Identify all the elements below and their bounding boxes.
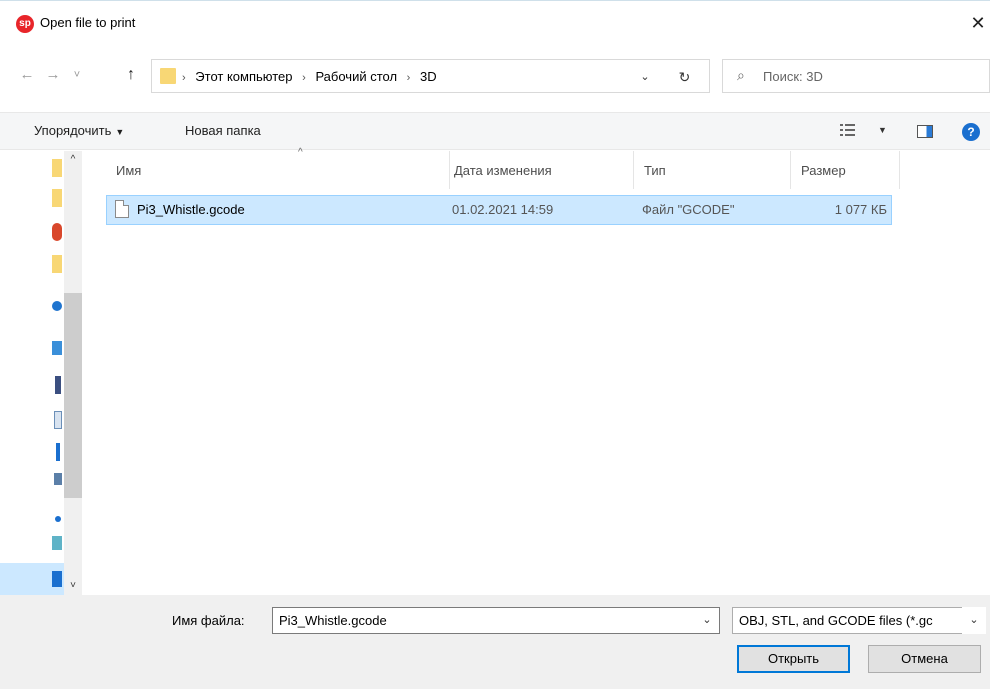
scroll-down-button[interactable]: ˅ <box>64 577 82 595</box>
column-name-label: Имя <box>116 163 142 178</box>
folder-icon[interactable] <box>52 189 62 207</box>
column-header-type[interactable]: Тип <box>634 151 791 189</box>
file-date: 01.02.2021 14:59 <box>452 202 554 217</box>
refresh-button[interactable]: ↻ <box>672 66 696 88</box>
back-button[interactable]: ← <box>16 62 38 88</box>
desktop-icon <box>52 571 62 587</box>
filename-history-dropdown[interactable]: ⌄ <box>694 607 720 634</box>
open-button[interactable]: Открыть <box>737 645 850 673</box>
3d-objects-icon[interactable] <box>52 536 62 550</box>
window-title: Open file to print <box>40 15 136 30</box>
folder-icon <box>160 68 176 84</box>
organize-label: Упорядочить <box>34 123 112 138</box>
breadcrumb-item-3d[interactable]: 3D <box>420 69 437 84</box>
breadcrumb: › Этот компьютер › Рабочий стол › 3D <box>182 69 443 84</box>
scrollbar-thumb[interactable] <box>64 293 82 498</box>
navigation-pane: ^ ˅ <box>0 151 82 595</box>
sort-ascending-icon: ^ <box>298 147 303 158</box>
this-pc-icon[interactable] <box>52 341 62 355</box>
videos-icon[interactable] <box>55 376 61 394</box>
onedrive-icon[interactable] <box>52 301 62 311</box>
address-bar[interactable]: › Этот компьютер › Рабочий стол › 3D ⌄ ↻ <box>151 59 710 93</box>
file-icon <box>115 200 129 218</box>
search-box[interactable]: ⌕ Поиск: 3D <box>722 59 990 93</box>
file-type: Файл "GCODE" <box>642 202 735 217</box>
command-bar: Упорядочить ▼ Новая папка ▼ ? <box>0 112 990 150</box>
navigation-bar: ← → ˅ ↑ › Этот компьютер › Рабочий стол … <box>0 56 990 96</box>
downloads-icon[interactable] <box>56 443 60 461</box>
breadcrumb-separator: › <box>406 72 411 84</box>
help-icon[interactable]: ? <box>962 123 980 141</box>
column-header-date[interactable]: Дата изменения <box>444 151 634 189</box>
search-input[interactable]: Поиск: 3D <box>763 69 823 84</box>
file-type-dropdown-arrow[interactable]: ⌄ <box>962 607 986 634</box>
pictures-icon[interactable] <box>54 473 62 485</box>
breadcrumb-separator: › <box>182 72 186 84</box>
organize-button[interactable]: Упорядочить ▼ <box>34 123 124 138</box>
table-row[interactable]: Pi3_Whistle.gcode 01.02.2021 14:59 Файл … <box>106 195 892 225</box>
file-name: Pi3_Whistle.gcode <box>137 202 245 217</box>
preview-pane-icon[interactable] <box>917 125 933 138</box>
chevron-down-icon: ▼ <box>115 127 125 137</box>
close-button[interactable]: ✕ <box>966 11 990 35</box>
recent-locations-button[interactable]: ˅ <box>66 62 88 88</box>
breadcrumb-item-computer[interactable]: Этот компьютер <box>195 69 292 84</box>
cancel-button[interactable]: Отмена <box>868 645 981 673</box>
column-header-size[interactable]: Размер <box>791 151 900 189</box>
view-options-icon[interactable] <box>840 123 856 139</box>
file-type-filter[interactable]: OBJ, STL, and GCODE files (*.gc <box>732 607 986 634</box>
file-size: 1 077 КБ <box>834 202 887 217</box>
view-options-dropdown[interactable]: ▼ <box>878 125 887 135</box>
breadcrumb-separator: › <box>302 72 306 84</box>
file-list: Имя ^ Дата изменения Тип Размер Pi3_Whis… <box>82 147 990 595</box>
folder-icon[interactable] <box>52 255 62 273</box>
scroll-up-button[interactable]: ^ <box>64 151 82 169</box>
breadcrumb-item-desktop[interactable]: Рабочий стол <box>315 69 397 84</box>
dialog-footer: Имя файла: Pi3_Whistle.gcode ⌄ OBJ, STL,… <box>0 595 990 689</box>
search-icon: ⌕ <box>737 67 745 83</box>
details-view-icon <box>840 124 855 136</box>
up-button[interactable]: ↑ <box>120 62 142 88</box>
documents-icon[interactable] <box>54 411 62 429</box>
forward-button[interactable]: → <box>42 62 64 88</box>
app-logo-icon: sp <box>16 15 34 33</box>
column-header-name[interactable]: Имя ^ <box>106 147 450 189</box>
filename-label: Имя файла: <box>172 613 245 628</box>
filename-input[interactable]: Pi3_Whistle.gcode <box>272 607 720 634</box>
title-bar: sp Open file to print ✕ <box>0 0 990 44</box>
quick-access-folder-icon[interactable] <box>52 159 62 177</box>
selected-nav-item[interactable] <box>0 563 64 595</box>
navigation-tree[interactable] <box>0 151 64 595</box>
address-dropdown-button[interactable]: ⌄ <box>634 66 656 88</box>
new-folder-button[interactable]: Новая папка <box>185 123 261 138</box>
app-shortcut-icon[interactable] <box>52 223 62 241</box>
music-icon[interactable] <box>55 516 61 522</box>
